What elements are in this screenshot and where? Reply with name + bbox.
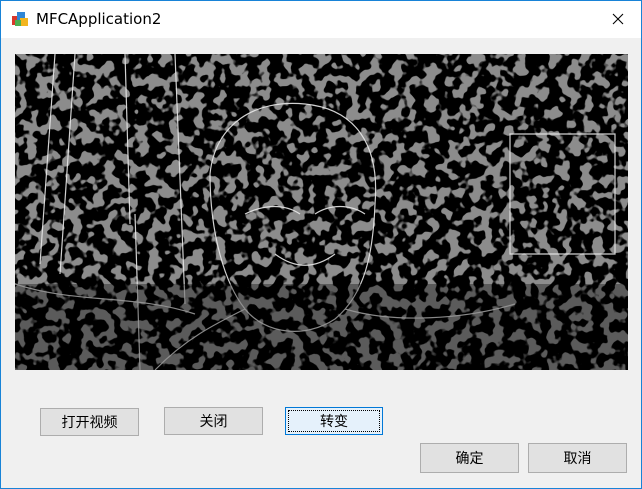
close-icon (612, 10, 624, 29)
dialog-window: MFCApplication2 打开视频 关闭 转变 确定 取消 (0, 0, 642, 489)
video-picture-control (15, 54, 628, 370)
close-button[interactable]: 关闭 (164, 407, 263, 435)
open-video-button[interactable]: 打开视频 (40, 408, 139, 436)
edge-image (15, 54, 628, 370)
window-title: MFCApplication2 (36, 10, 162, 28)
close-window-button[interactable] (595, 1, 641, 38)
app-icon (11, 10, 29, 28)
convert-button[interactable]: 转变 (285, 407, 383, 435)
cancel-button[interactable]: 取消 (528, 443, 627, 473)
ok-button[interactable]: 确定 (420, 443, 519, 473)
title-bar: MFCApplication2 (1, 1, 641, 38)
